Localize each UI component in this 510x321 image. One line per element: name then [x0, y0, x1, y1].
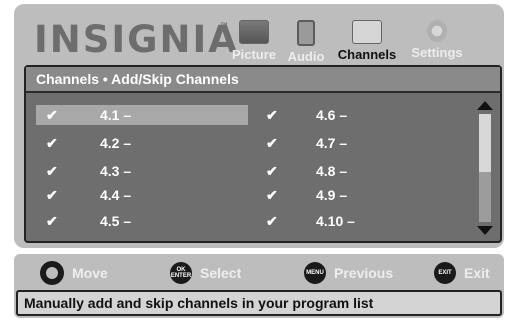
legend-previous: MENU Previous [304, 260, 393, 286]
tab-channels[interactable]: Channels [337, 20, 397, 62]
channel-row[interactable]: ✔ 4.7 – [266, 133, 426, 153]
check-icon[interactable]: ✔ [46, 211, 60, 231]
legend-exit: EXIT Exit [434, 260, 490, 286]
panel-title: Channels • Add/Skip Channels [26, 67, 500, 93]
channel-number: 4.1 – [100, 107, 132, 123]
check-icon[interactable]: ✔ [266, 161, 280, 181]
button-legend: Move OK ENTER Select MENU Previous EXIT … [14, 258, 504, 288]
scroll-track[interactable] [479, 114, 491, 222]
channel-row[interactable]: ✔ 4.4 – [36, 185, 248, 205]
channel-row[interactable]: ✔ 4.8 – [266, 161, 426, 181]
tab-audio-label: Audio [287, 49, 325, 64]
picture-icon [239, 20, 269, 44]
add-skip-channels-panel: Channels • Add/Skip Channels ✔ 4.1 – ✔ 4… [24, 65, 502, 243]
check-icon[interactable]: ✔ [266, 185, 280, 205]
legend-move-label: Move [72, 265, 108, 281]
ok-enter-icon: OK ENTER [170, 262, 192, 284]
channel-number: 4.8 – [316, 163, 348, 179]
channel-number: 4.2 – [100, 135, 132, 151]
channel-row[interactable]: ✔ 4.5 – [36, 211, 248, 231]
channel-row[interactable]: ✔ 4.2 – [36, 133, 248, 153]
tab-settings[interactable]: Settings [407, 20, 467, 60]
check-icon[interactable]: ✔ [46, 105, 60, 125]
channel-number: 4.4 – [100, 187, 132, 203]
help-bar: Move OK ENTER Select MENU Previous EXIT … [14, 254, 504, 318]
channel-number: 4.3 – [100, 163, 132, 179]
channel-number: 4.10 – [316, 213, 355, 229]
check-icon[interactable]: ✔ [266, 211, 280, 231]
legend-select: OK ENTER Select [170, 260, 241, 286]
channel-row[interactable]: ✔ 4.6 – [266, 105, 426, 125]
audio-icon [297, 20, 315, 46]
channel-number: 4.5 – [100, 213, 132, 229]
tab-picture[interactable]: Picture [224, 20, 284, 62]
check-icon[interactable]: ✔ [266, 133, 280, 153]
menu-icon: MENU [304, 262, 326, 284]
channel-number: 4.6 – [316, 107, 348, 123]
check-icon[interactable]: ✔ [46, 161, 60, 181]
channels-icon [352, 20, 382, 44]
exit-icon: EXIT [434, 262, 456, 284]
scroll-down-arrow-icon[interactable] [477, 226, 493, 235]
check-icon[interactable]: ✔ [266, 105, 280, 125]
tab-audio[interactable]: Audio [276, 20, 336, 64]
legend-previous-label: Previous [334, 265, 394, 281]
scroll-up-arrow-icon[interactable] [477, 101, 493, 110]
legend-move: Move [40, 260, 108, 286]
channel-row[interactable]: ✔ 4.10 – [266, 211, 426, 231]
check-icon[interactable]: ✔ [46, 133, 60, 153]
channel-number: 4.9 – [316, 187, 348, 203]
legend-exit-label: Exit [464, 265, 490, 281]
help-description: Manually add and skip channels in your p… [16, 290, 502, 316]
channel-row[interactable]: ✔ 4.9 – [266, 185, 426, 205]
tab-picture-label: Picture [231, 47, 277, 62]
settings-icon [427, 20, 447, 42]
insignia-logo: INSIGNIA [34, 18, 239, 61]
channel-row[interactable]: ✔ 4.3 – [36, 161, 248, 181]
tab-settings-label: Settings [411, 45, 463, 60]
check-icon[interactable]: ✔ [46, 185, 60, 205]
scroll-thumb[interactable] [479, 114, 491, 172]
scrollbar[interactable] [477, 101, 493, 241]
channel-row[interactable]: ✔ 4.1 – [36, 105, 248, 125]
tab-channels-label: Channels [337, 47, 397, 62]
channel-number: 4.7 – [316, 135, 348, 151]
dpad-icon [40, 261, 64, 285]
legend-select-label: Select [200, 265, 242, 281]
